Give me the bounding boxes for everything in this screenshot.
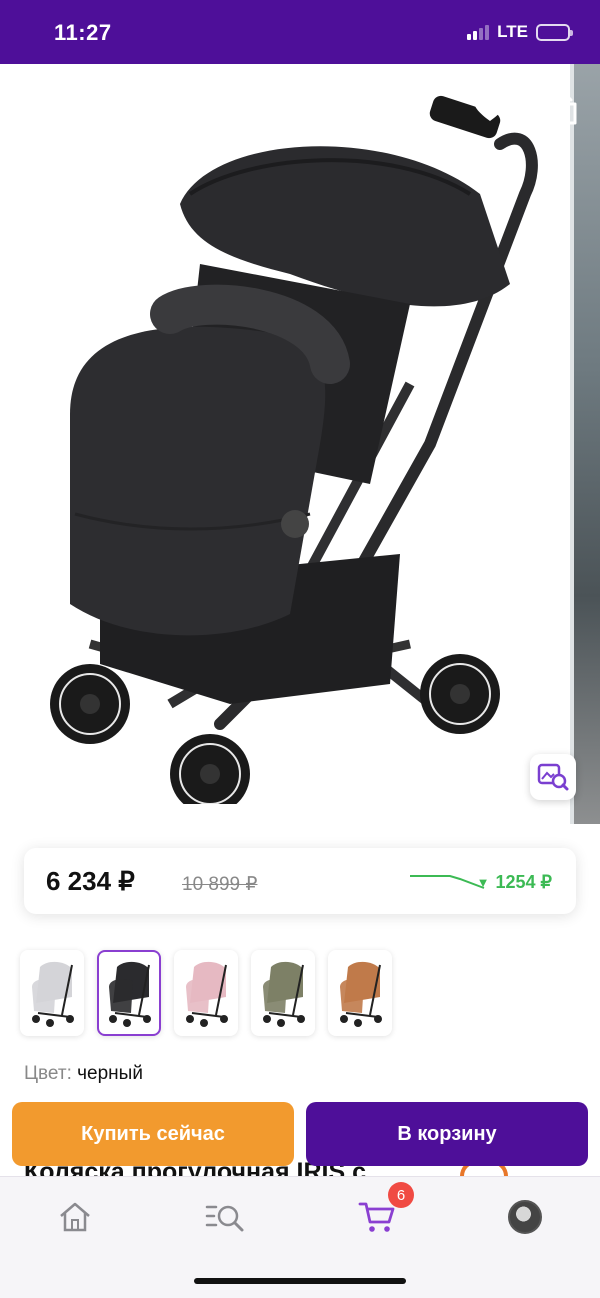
share-icon bbox=[551, 91, 577, 125]
action-bar: Купить сейчас В корзину bbox=[0, 1102, 600, 1166]
add-to-cart-button[interactable]: В корзину bbox=[306, 1102, 588, 1166]
home-indicator bbox=[194, 1278, 406, 1284]
image-search-icon bbox=[537, 763, 569, 791]
stroller-thumbnail bbox=[263, 961, 305, 1027]
current-price: 6 234 ₽ bbox=[46, 866, 135, 896]
tab-profile[interactable] bbox=[500, 1195, 550, 1239]
triangle-down-icon: ▼ bbox=[476, 875, 490, 890]
color-row: Цвет: черный bbox=[24, 1063, 143, 1085]
status-indicators: LTE bbox=[467, 22, 573, 42]
color-variants bbox=[20, 950, 392, 1036]
tab-home[interactable] bbox=[50, 1195, 100, 1239]
price-card[interactable]: 6 234 ₽ 10 899 ₽ ▼ 1254 ₽ bbox=[24, 848, 576, 914]
favorite-button[interactable] bbox=[468, 86, 512, 130]
battery-icon bbox=[536, 23, 573, 41]
signal-icon bbox=[467, 24, 490, 40]
price-drop-amount: 1254 ₽ bbox=[495, 872, 553, 892]
color-variant-thumbnail[interactable] bbox=[328, 950, 392, 1036]
stroller-thumbnail bbox=[32, 961, 74, 1027]
old-price: 10 899 ₽ bbox=[182, 874, 258, 895]
stroller-illustration bbox=[50, 95, 538, 804]
visual-search-button[interactable] bbox=[530, 754, 576, 800]
color-label: Цвет: bbox=[24, 1063, 72, 1084]
color-value: черный bbox=[77, 1063, 143, 1084]
catalog-search-icon bbox=[205, 1205, 244, 1232]
tab-catalog[interactable] bbox=[200, 1195, 250, 1239]
price-drop: ▼ 1254 ₽ bbox=[477, 872, 552, 893]
color-variant-thumbnail[interactable] bbox=[174, 950, 238, 1036]
product-image[interactable] bbox=[0, 64, 600, 824]
status-time: 11:27 bbox=[54, 20, 112, 45]
avatar bbox=[508, 1200, 542, 1234]
buy-now-button[interactable]: Купить сейчас bbox=[12, 1102, 294, 1166]
heart-icon bbox=[474, 94, 506, 121]
network-type: LTE bbox=[497, 22, 528, 41]
back-button[interactable] bbox=[16, 86, 60, 130]
home-icon bbox=[60, 1202, 90, 1232]
share-button[interactable] bbox=[542, 86, 586, 130]
color-variant-thumbnail[interactable] bbox=[20, 950, 84, 1036]
color-variant-thumbnail[interactable] bbox=[251, 950, 315, 1036]
next-image-preview[interactable] bbox=[570, 64, 600, 824]
cart-icon bbox=[358, 1202, 395, 1232]
chevron-left-icon bbox=[30, 93, 46, 123]
stroller-thumbnail bbox=[109, 961, 151, 1027]
cart-count-badge: 6 bbox=[388, 1182, 414, 1208]
color-variant-thumbnail[interactable] bbox=[97, 950, 161, 1036]
stroller-thumbnail bbox=[340, 961, 382, 1027]
status-bar: 11:27 LTE bbox=[0, 0, 600, 64]
stroller-thumbnail bbox=[186, 961, 228, 1027]
